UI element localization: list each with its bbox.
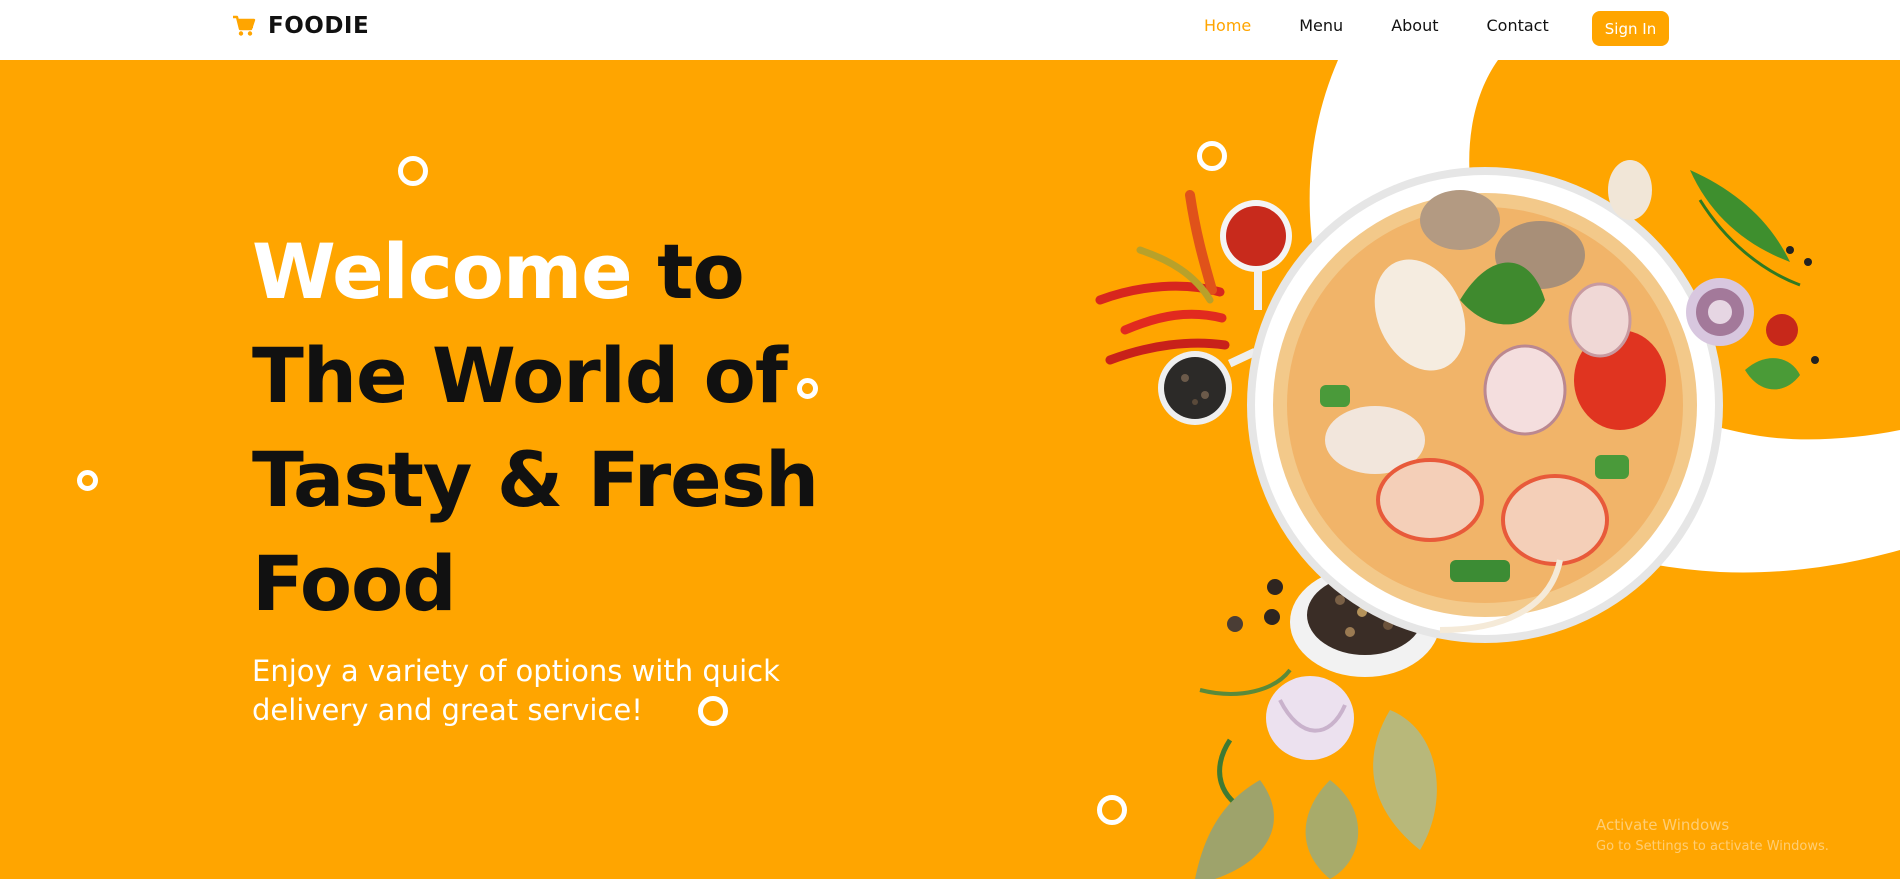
brand-name: FOODIE <box>268 13 370 39</box>
navbar: FOODIE Home Menu About Contact Sign In <box>0 0 1900 60</box>
soup-bowl-image <box>1095 60 1900 879</box>
nav-link-home[interactable]: Home <box>1204 16 1251 35</box>
signin-button[interactable]: Sign In <box>1592 11 1669 46</box>
chili-peppers <box>1095 190 1230 365</box>
nav-link-about[interactable]: About <box>1391 16 1438 35</box>
shopping-cart-icon <box>233 15 256 36</box>
watermark-title: Activate Windows <box>1596 816 1730 834</box>
windows-activation-watermark: Activate Windows Go to Settings to activ… <box>1596 814 1829 858</box>
nav-link-menu[interactable]: Menu <box>1299 16 1343 35</box>
hero-section: Welcome to The World of Tasty & Fresh Fo… <box>0 60 1900 879</box>
watermark-subtitle: Go to Settings to activate Windows. <box>1596 839 1829 854</box>
brand-logo[interactable]: FOODIE <box>232 13 369 39</box>
nav-link-contact[interactable]: Contact <box>1487 16 1549 35</box>
main-nav: Home Menu About Contact <box>1204 16 1597 35</box>
